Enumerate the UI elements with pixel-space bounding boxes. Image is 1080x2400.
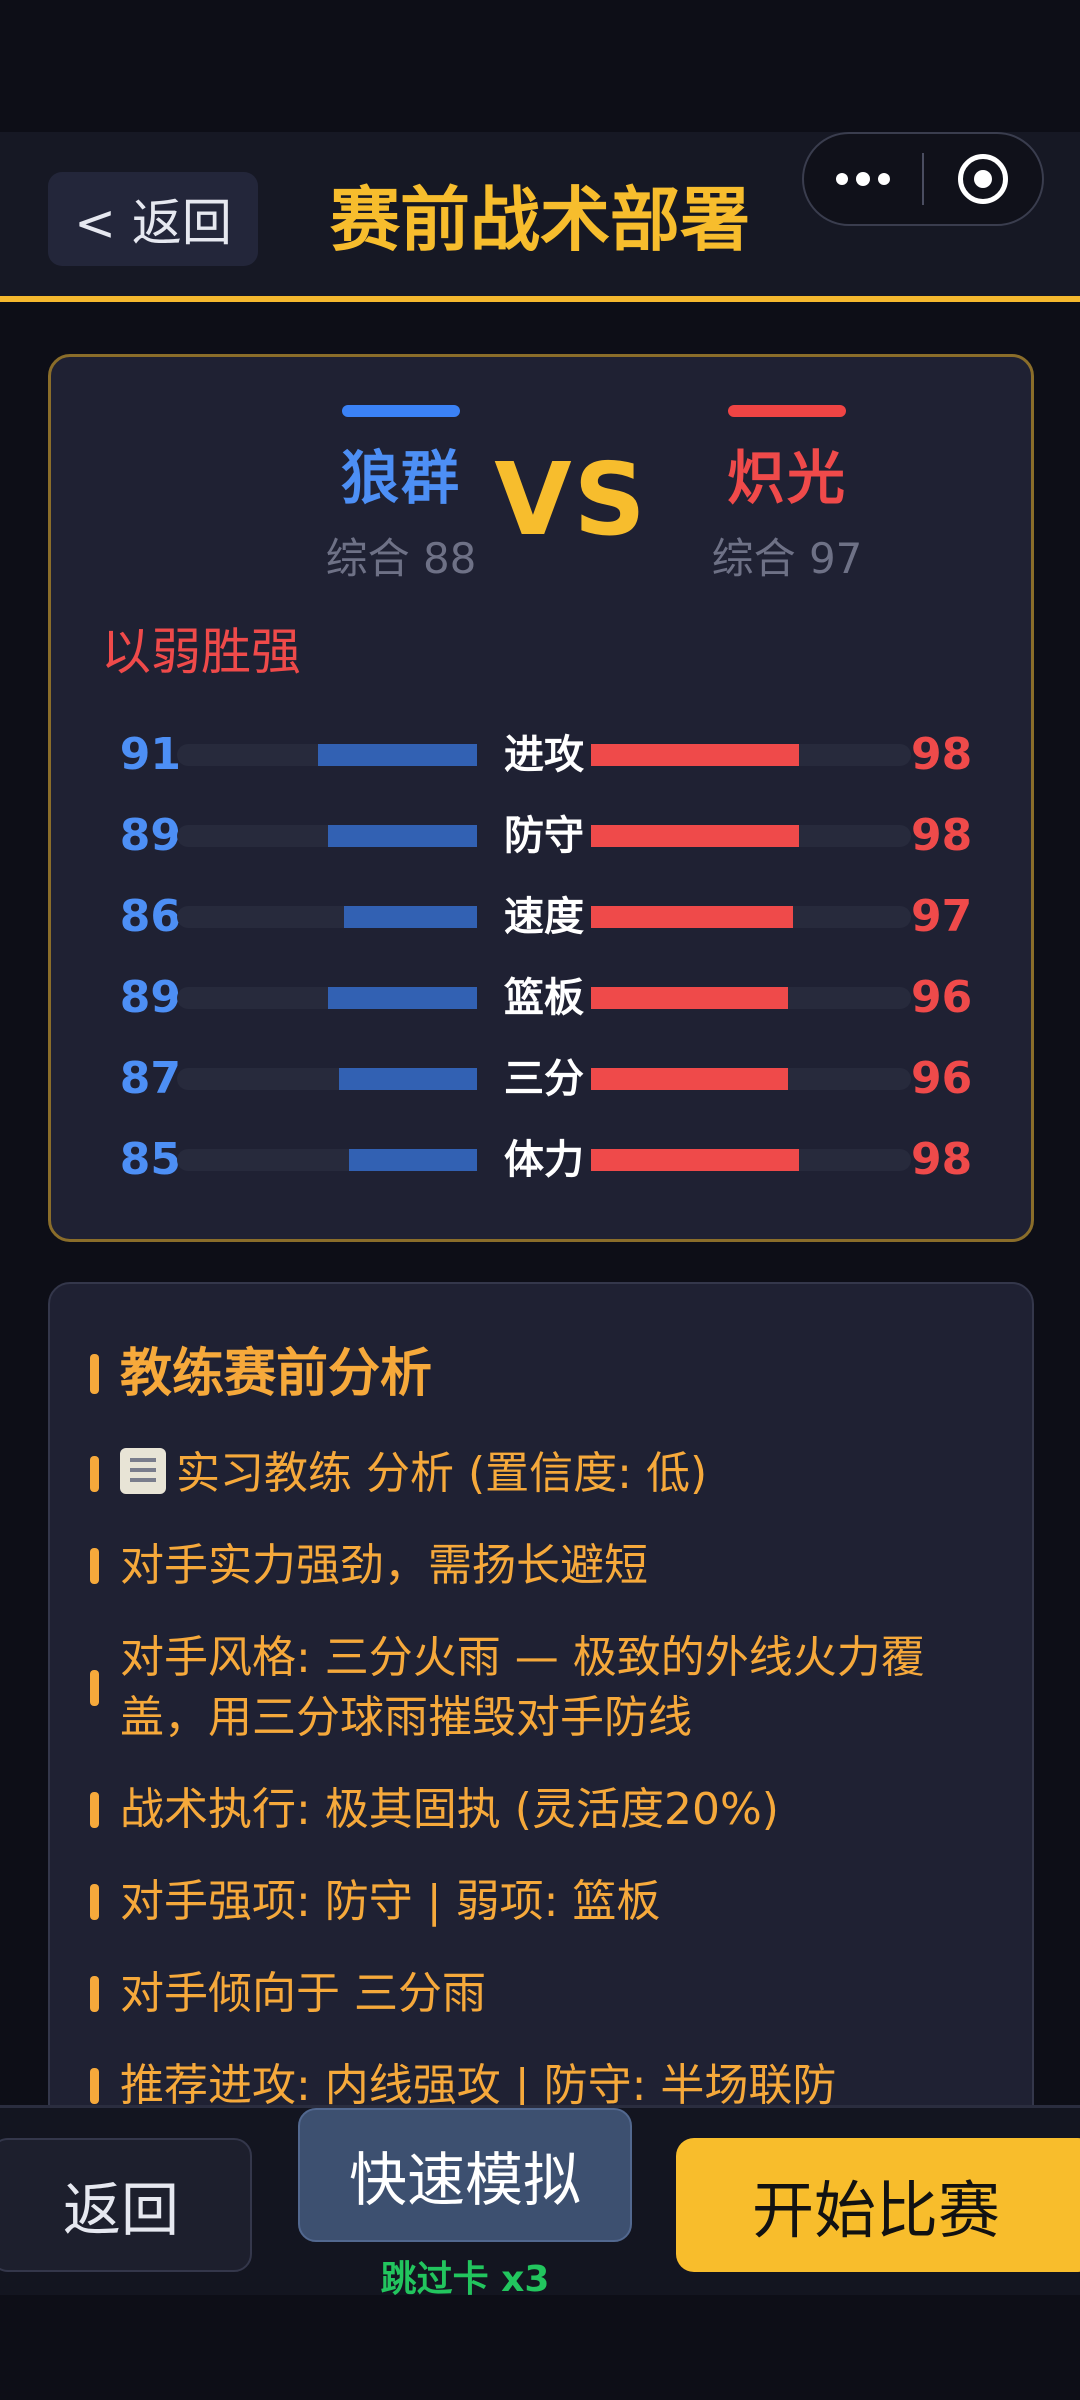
- stat-row: 85 体力 98: [51, 1130, 1037, 1211]
- away-stat-value: 98: [911, 729, 973, 780]
- away-stat-bar: [591, 825, 799, 847]
- away-stat-bar: [591, 744, 799, 766]
- memo-icon: [120, 1448, 166, 1494]
- away-stat-track: [591, 1149, 911, 1171]
- away-stat-track: [591, 987, 911, 1009]
- away-stat-track: [591, 825, 911, 847]
- stat-row: 89 防守 98: [51, 806, 1037, 887]
- mini-program-capsule: [802, 132, 1044, 226]
- home-stat-track: [177, 1149, 477, 1171]
- stat-comparison: 91 进攻 98 89 防守 98 86 速度 97 89 篮板 96 87 三…: [51, 725, 1037, 1211]
- away-stat-track: [591, 1068, 911, 1090]
- header-back-button[interactable]: < 返回: [48, 172, 258, 266]
- away-team-name: 炽光: [726, 444, 847, 512]
- home-team-color-bar: [342, 405, 460, 417]
- home-stat-track: [177, 1068, 477, 1090]
- stat-row: 87 三分 96: [51, 1049, 1037, 1130]
- analysis-line: 对手强项: 防守 | 弱项: 篮板: [90, 1872, 990, 1932]
- home-stat-track: [177, 744, 477, 766]
- away-stat-bar: [591, 906, 793, 928]
- coach-confidence-text: 实习教练 分析 (置信度: 低): [176, 1448, 708, 1499]
- home-stat-track: [177, 825, 477, 847]
- home-stat-bar: [344, 906, 477, 928]
- stat-row: 91 进攻 98: [51, 725, 1037, 806]
- away-team-color-bar: [728, 405, 846, 417]
- start-game-button[interactable]: 开始比赛: [676, 2138, 1080, 2272]
- home-stat-value: 89: [119, 972, 181, 1023]
- close-program-icon[interactable]: [924, 154, 1042, 204]
- analysis-list: 实习教练 分析 (置信度: 低) 对手实力强劲，需扬长避短 对手风格: 三分火雨…: [90, 1444, 990, 2140]
- away-stat-value: 98: [911, 1134, 973, 1185]
- away-stat-value: 96: [911, 972, 973, 1023]
- page-title: 赛前战术部署: [330, 179, 750, 261]
- home-stat-value: 87: [119, 1053, 181, 1104]
- away-stat-value: 96: [911, 1053, 973, 1104]
- away-team: 炽光 综合 97: [637, 405, 937, 586]
- analysis-line: 战术执行: 极其固执 (灵活度20%): [90, 1780, 990, 1840]
- coach-confidence-line: 实习教练 分析 (置信度: 低): [90, 1444, 990, 1504]
- home-stat-value: 85: [119, 1134, 181, 1185]
- home-stat-track: [177, 987, 477, 1009]
- away-team-rating: 综合 97: [711, 534, 863, 583]
- matchup-card: 狼群 综合 88 VS 炽光 综合 97 以弱胜强 91 进攻 98 89 防守: [48, 354, 1034, 1242]
- home-stat-value: 86: [119, 891, 181, 942]
- more-options-icon[interactable]: [804, 134, 922, 224]
- home-stat-bar: [328, 825, 477, 847]
- home-stat-track: [177, 906, 477, 928]
- underdog-tag: 以弱胜强: [101, 623, 301, 681]
- home-stat-value: 89: [119, 810, 181, 861]
- coach-analysis-card[interactable]: 教练赛前分析 实习教练 分析 (置信度: 低) 对手实力强劲，需扬长避短 对手风…: [48, 1282, 1034, 2142]
- analysis-title: 教练赛前分析: [90, 1339, 432, 1409]
- away-stat-track: [591, 906, 911, 928]
- home-stat-bar: [328, 987, 477, 1009]
- home-stat-bar: [318, 744, 477, 766]
- home-stat-bar: [349, 1149, 477, 1171]
- home-stat-value: 91: [119, 729, 181, 780]
- away-stat-bar: [591, 1068, 788, 1090]
- away-stat-bar: [591, 1149, 799, 1171]
- skip-card-count: 跳过卡 x3: [380, 2259, 550, 2300]
- back-button[interactable]: 返回: [0, 2138, 252, 2272]
- bottom-action-bar: 返回 快速模拟 跳过卡 x3 开始比赛: [0, 2105, 1080, 2300]
- analysis-line: 对手风格: 三分火雨 — 极致的外线火力覆盖，用三分球雨摧毁对手防线: [90, 1628, 990, 1748]
- away-stat-track: [591, 744, 911, 766]
- stat-row: 89 篮板 96: [51, 968, 1037, 1049]
- analysis-line: 对手实力强劲，需扬长避短: [90, 1536, 990, 1596]
- stat-row: 86 速度 97: [51, 887, 1037, 968]
- away-stat-value: 98: [911, 810, 973, 861]
- analysis-line: 对手倾向于 三分雨: [90, 1964, 990, 2024]
- top-bar: < 返回 赛前战术部署: [0, 132, 1080, 302]
- away-stat-bar: [591, 987, 788, 1009]
- tactics-page: < 返回 赛前战术部署 狼群 综合 88 VS 炽光 综合 97 以弱胜强 91: [0, 0, 1080, 2400]
- away-stat-value: 97: [911, 891, 973, 942]
- home-stat-bar: [339, 1068, 477, 1090]
- quick-simulate-button[interactable]: 快速模拟: [298, 2108, 632, 2242]
